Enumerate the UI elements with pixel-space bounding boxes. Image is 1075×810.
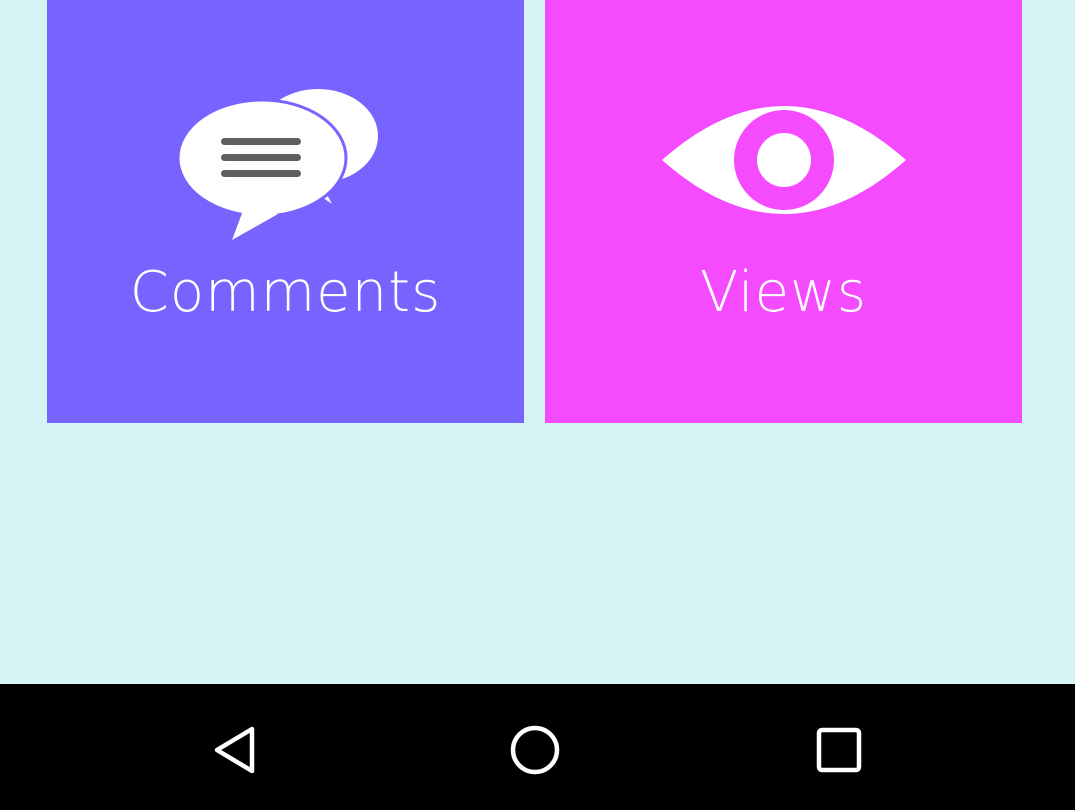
chat-bubbles-icon <box>47 82 524 246</box>
home-button[interactable] <box>502 717 568 783</box>
system-navigation-bar <box>0 684 1075 810</box>
views-label: Views <box>699 260 868 325</box>
comments-label: Comments <box>129 260 442 325</box>
home-circle-icon <box>510 725 560 775</box>
dashboard-screen: Comments Views <box>0 0 1075 684</box>
recents-square-icon <box>816 727 862 773</box>
views-tile[interactable]: Views <box>545 0 1022 423</box>
recents-button[interactable] <box>806 717 872 783</box>
comments-tile[interactable]: Comments <box>47 0 524 423</box>
back-button[interactable] <box>201 717 267 783</box>
eye-icon <box>545 82 1022 246</box>
back-triangle-icon <box>214 726 255 774</box>
